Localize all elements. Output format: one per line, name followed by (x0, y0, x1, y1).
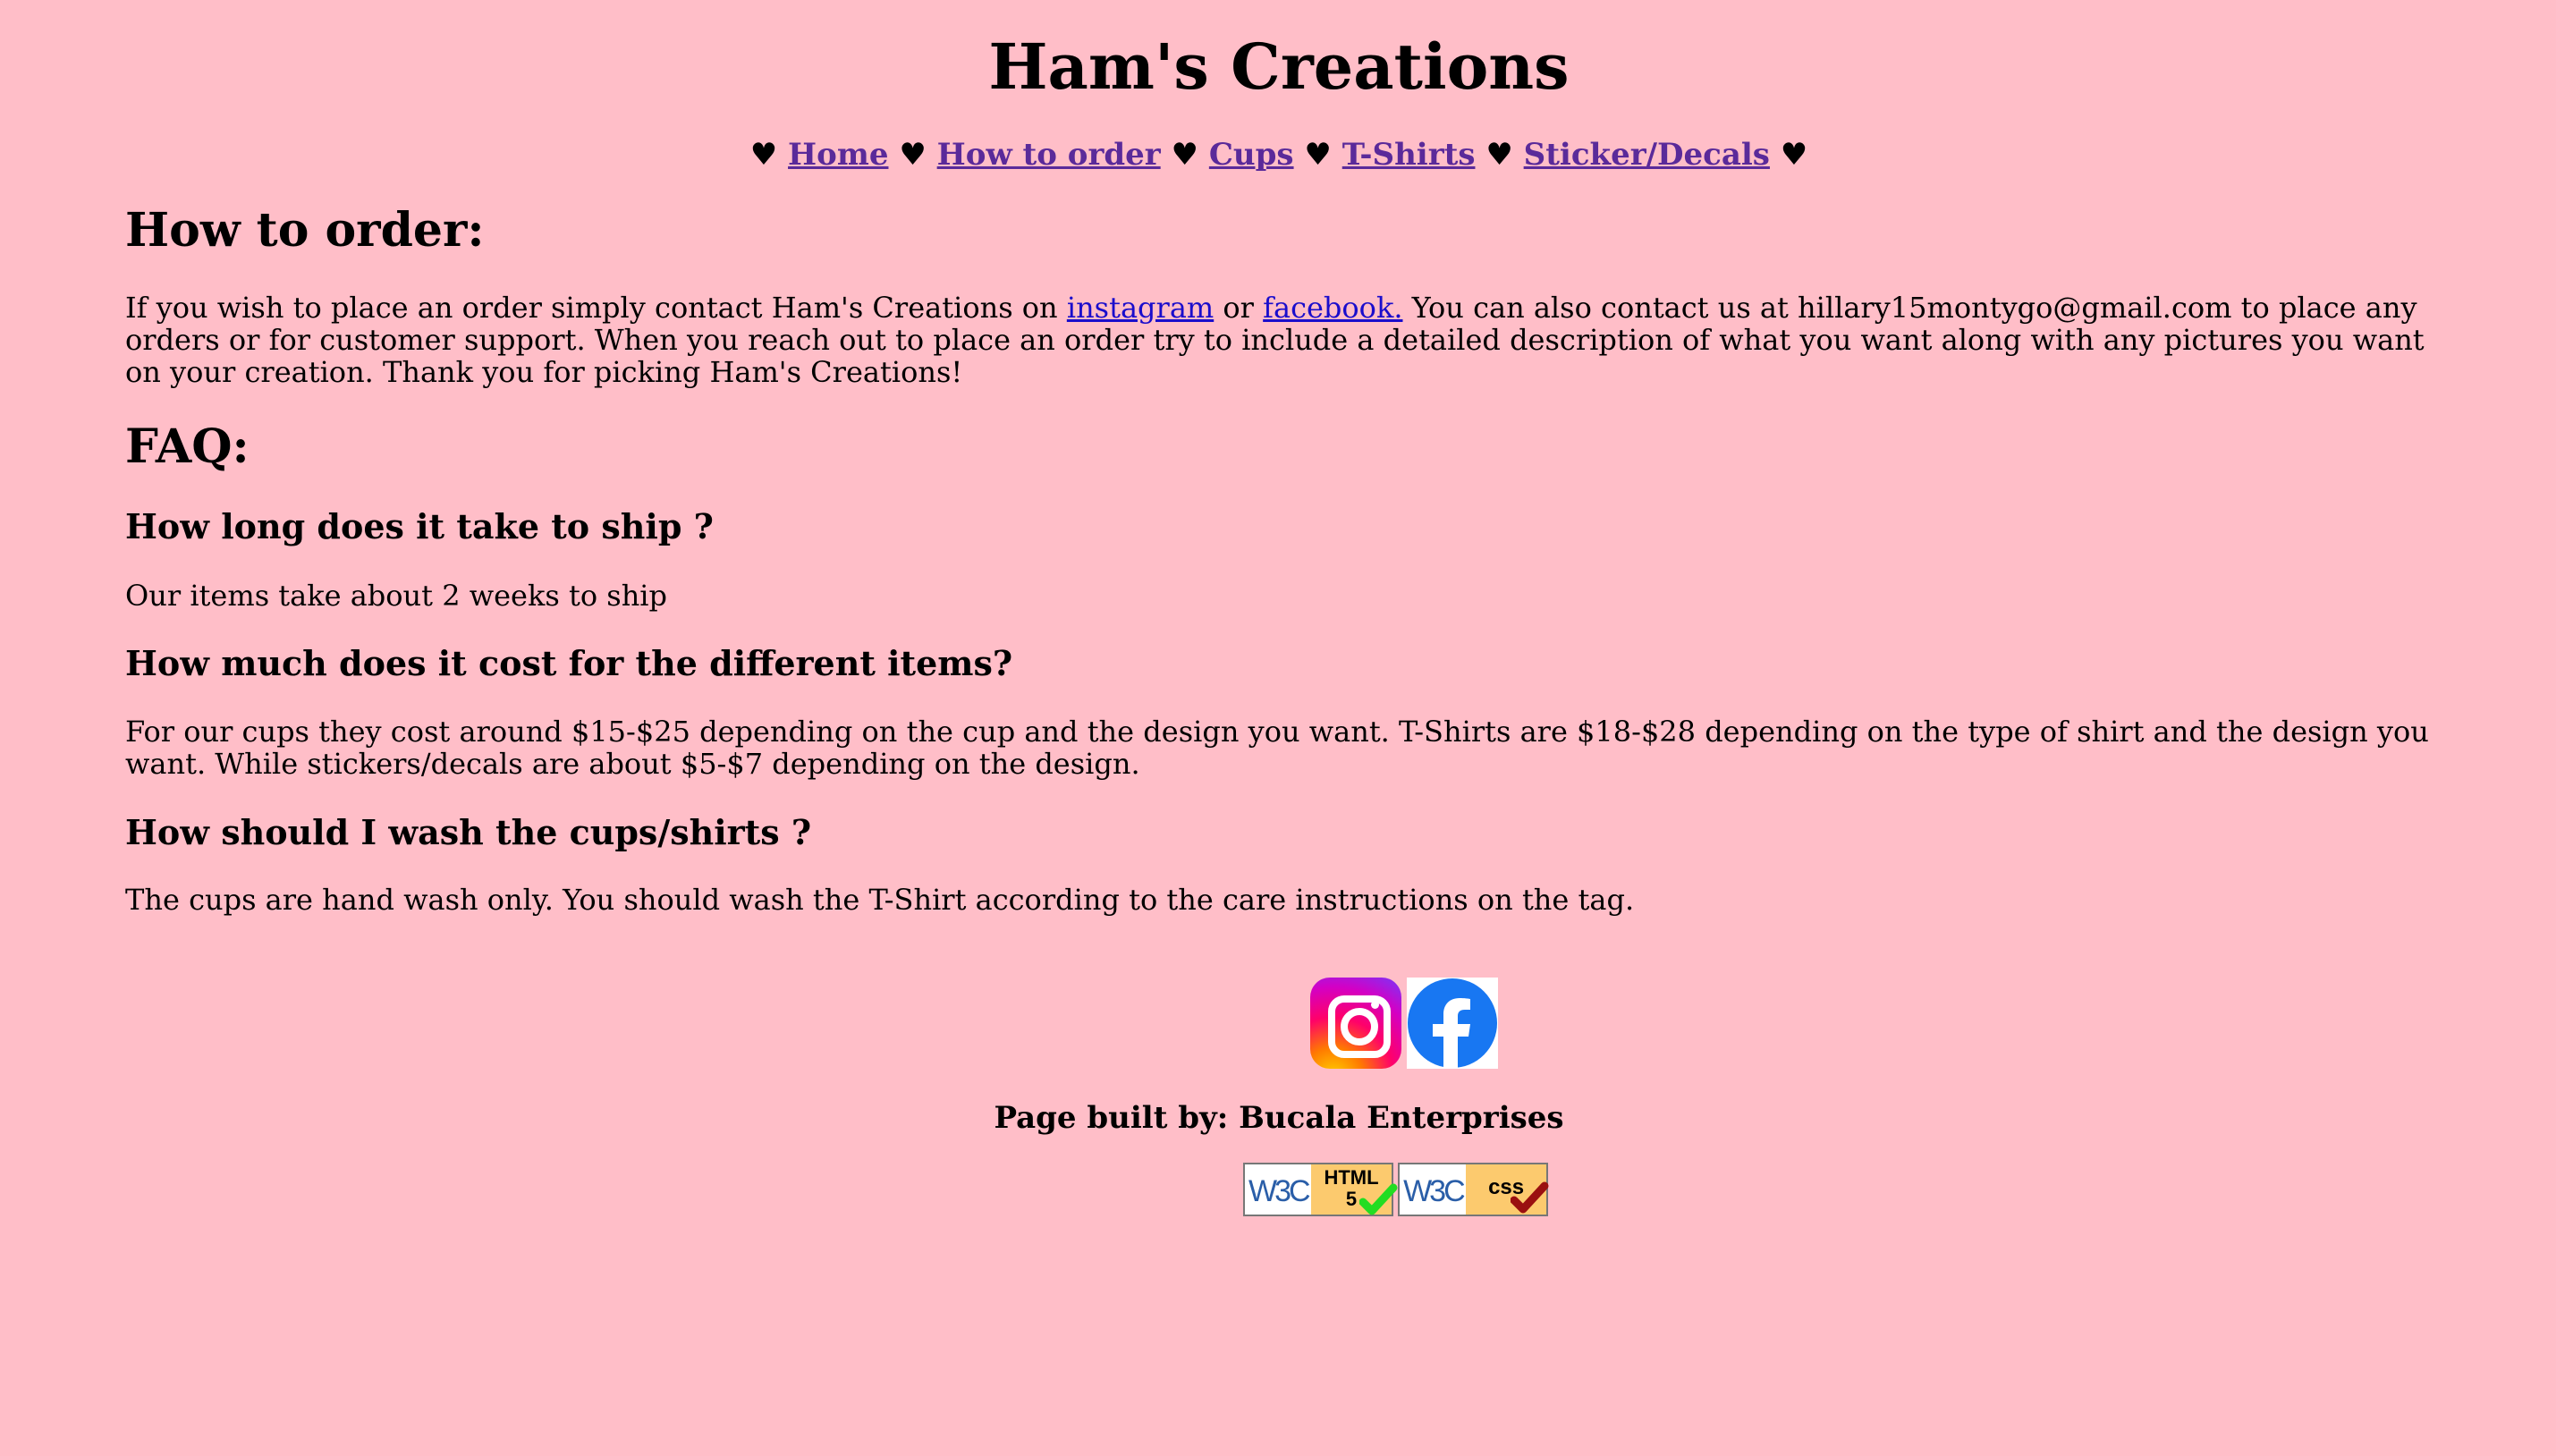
nav-link-t-shirts[interactable]: T-Shirts (1342, 137, 1476, 173)
css-validator-link[interactable]: W3C css (1398, 1163, 1549, 1216)
faq-heading: FAQ: (125, 419, 250, 474)
instagram-icon-link[interactable] (1310, 978, 1401, 1069)
validation-badges: W3C HTML 5 W3C css (1243, 1163, 1549, 1216)
how-to-order-heading: How to order: (125, 203, 485, 258)
checkmark-icon (1511, 1181, 1549, 1214)
facebook-link[interactable]: facebook. (1263, 291, 1402, 325)
main-nav: ♥ Home ♥ How to order ♥ Cups ♥ T-Shirts … (125, 132, 2433, 177)
built-by-credit: Page built by: Bucala Enterprises (994, 1100, 1564, 1136)
facebook-icon-link[interactable] (1401, 978, 1498, 1069)
faq-question: How should I wash the cups/shirts ? (125, 812, 812, 852)
nav-link-cups[interactable]: Cups (1209, 137, 1294, 173)
nav-link-how-to-order[interactable]: How to order (937, 137, 1161, 173)
w3c-css-badge: W3C css (1398, 1163, 1549, 1216)
w3c-logo: W3C (1403, 1174, 1466, 1208)
heart-icon: ♥ (1485, 137, 1513, 173)
faq-answer: The cups are hand wash only. You should … (125, 883, 1635, 917)
heart-icon: ♥ (1171, 137, 1199, 173)
heart-icon: ♥ (1304, 137, 1332, 173)
heart-icon: ♥ (749, 137, 778, 173)
instagram-icon (1310, 978, 1401, 1069)
html5-validator-link[interactable]: W3C HTML 5 (1243, 1163, 1398, 1216)
nav-link-sticker-decals[interactable]: Sticker/Decals (1524, 137, 1770, 173)
heart-icon: ♥ (1780, 137, 1808, 173)
w3c-html5-badge: W3C HTML 5 (1243, 1163, 1398, 1216)
faq-answer: For our cups they cost around $15-$25 de… (125, 715, 2429, 781)
social-links (1310, 978, 1498, 1069)
faq-answer: Our items take about 2 weeks to ship (125, 579, 668, 613)
nav-link-home[interactable]: Home (788, 137, 888, 173)
w3c-logo: W3C (1248, 1174, 1311, 1208)
site-title: Ham's Creations (988, 30, 1570, 104)
heart-icon: ♥ (899, 137, 927, 173)
order-text-before: If you wish to place an order simply con… (125, 291, 1067, 325)
checkmark-icon (1359, 1183, 1398, 1215)
faq-question: How much does it cost for the different … (125, 643, 1013, 683)
instagram-link[interactable]: instagram (1067, 291, 1214, 325)
facebook-icon (1407, 978, 1498, 1069)
order-text-or: or (1214, 291, 1264, 325)
faq-question: How long does it take to ship ? (125, 506, 714, 546)
how-to-order-text: If you wish to place an order simply con… (125, 292, 2433, 388)
